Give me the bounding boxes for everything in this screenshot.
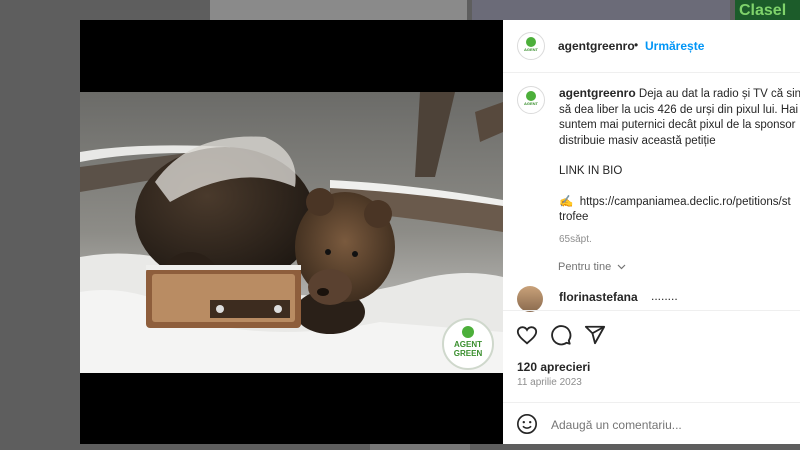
likes-count[interactable]: 120 aprecieri	[517, 360, 590, 374]
caption-username[interactable]: agentgreenro	[559, 86, 636, 100]
post-media[interactable]: AGENT GREEN	[80, 20, 503, 444]
post-caption: agentgreenro Deja au dat la radio și TV …	[559, 86, 800, 247]
chevron-down-icon	[617, 264, 626, 270]
logo-text-bottom: GREEN	[453, 349, 483, 358]
caption-link-label: LINK IN BIO	[559, 165, 623, 177]
translation-label: Pentru tine	[558, 261, 612, 273]
caption-line: să dea liber la ucis 426 de urși din pix…	[559, 103, 799, 116]
comment-icon[interactable]	[550, 324, 572, 346]
background-banner: Clasel	[735, 0, 800, 20]
caption-line: distribuie masiv această petiție	[559, 134, 716, 147]
author-avatar[interactable]: AGENT	[517, 32, 545, 60]
heart-icon[interactable]	[516, 324, 538, 346]
commenter-username[interactable]: florinastefana	[559, 290, 638, 304]
caption-timestamp: 65săpt.	[559, 233, 592, 245]
follow-button[interactable]: Urmărește	[645, 39, 704, 53]
share-icon[interactable]	[584, 324, 606, 346]
caption-line: Deja au dat la radio și TV că sini	[638, 88, 800, 100]
emoji-icon[interactable]	[516, 413, 538, 435]
caption-url: https://campaniamea.declic.ro/petitions/…	[579, 195, 791, 208]
logo-text-top: AGENT	[454, 340, 482, 349]
commenter-avatar[interactable]	[517, 286, 543, 312]
header-separator: •	[634, 38, 639, 52]
comment-text: ........	[651, 289, 678, 303]
author-username[interactable]: agentgreenro	[558, 39, 635, 53]
translation-toggle[interactable]: Pentru tine	[558, 261, 626, 273]
caption-avatar[interactable]: AGENT	[517, 86, 545, 114]
caption-url-continuation: trofee	[559, 211, 589, 223]
comment-input[interactable]	[549, 415, 783, 435]
writing-hand-emoji: ✍️	[559, 195, 574, 208]
agent-green-logo: AGENT GREEN	[442, 318, 494, 370]
post-date: 11 aprilie 2023	[517, 377, 582, 388]
add-comment-bar	[503, 402, 800, 445]
background-post-tile	[370, 444, 470, 450]
caption-line: suntem mai puternici decât pixul de la s…	[559, 119, 796, 131]
background-post-tile	[210, 0, 467, 20]
bear-photo	[80, 92, 503, 373]
post-header: AGENT agentgreenro • Urmărește	[503, 20, 800, 73]
post-sidebar: AGENT agentgreenro • Urmărește AGENT age…	[503, 20, 800, 444]
comment-item: florinastefana ........	[517, 286, 800, 312]
background-post-tile	[472, 0, 730, 20]
